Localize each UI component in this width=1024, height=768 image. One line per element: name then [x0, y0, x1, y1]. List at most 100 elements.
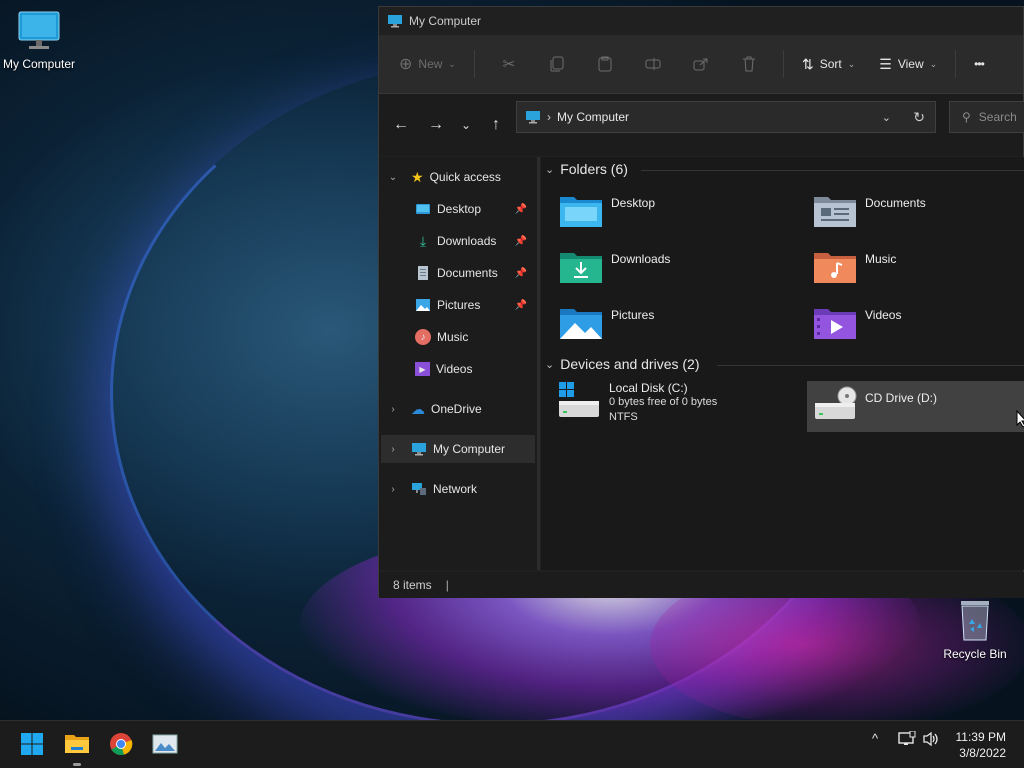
- picture-icon: [416, 299, 430, 311]
- desktop-icon-label: Recycle Bin: [943, 647, 1007, 661]
- toolbar-separator: [473, 50, 475, 78]
- arrow-left-icon: ←: [393, 116, 409, 133]
- chevron-right-icon: ›: [391, 443, 395, 455]
- search-input[interactable]: ⚲ Search: [949, 101, 1024, 133]
- chevron-down-icon: ⌄: [388, 171, 398, 183]
- hard-drive-icon: [559, 382, 599, 417]
- desktop-icon-recycle-bin[interactable]: Recycle Bin: [930, 598, 1020, 661]
- nav-label: Desktop: [437, 202, 482, 216]
- scissors-icon: ✂: [502, 56, 516, 73]
- group-title: Devices and drives (2): [560, 356, 700, 372]
- star-icon: ★: [411, 168, 424, 185]
- nav-onedrive[interactable]: › ☁ OneDrive: [387, 395, 481, 423]
- forward-button[interactable]: →: [422, 111, 450, 139]
- speaker-icon: [923, 731, 938, 747]
- folder-tile-documents[interactable]: Documents: [813, 193, 926, 229]
- drive-info: Local Disk (C:) 0 bytes free of 0 bytes …: [609, 381, 717, 425]
- folder-name: Documents: [865, 196, 926, 210]
- folder-tile-videos[interactable]: Videos: [813, 305, 901, 341]
- rename-button[interactable]: [638, 48, 668, 80]
- folder-tile-desktop[interactable]: Desktop: [559, 193, 655, 229]
- drive-tile-d[interactable]: CD Drive (D:): [807, 381, 1024, 432]
- nav-item-music[interactable]: ♪ Music: [415, 323, 533, 351]
- nav-item-pictures[interactable]: Pictures 📌: [415, 291, 533, 319]
- folder-tile-pictures[interactable]: Pictures: [559, 305, 654, 341]
- breadcrumb-chevron-icon: ›: [547, 110, 551, 124]
- nav-label: Network: [433, 482, 478, 496]
- trash-icon: [742, 56, 755, 72]
- taskbar-file-explorer[interactable]: [63, 730, 91, 758]
- folder-name: Desktop: [611, 196, 656, 210]
- chevron-down-icon: ⌄: [929, 58, 938, 69]
- toolbar-separator: [782, 50, 784, 78]
- nav-item-desktop[interactable]: Desktop 📌: [415, 195, 533, 223]
- chevron-down-icon: ⌄: [545, 163, 555, 176]
- desktop-icon-my-computer[interactable]: My Computer: [0, 10, 84, 71]
- start-button[interactable]: [18, 730, 46, 758]
- back-button[interactable]: ←: [387, 111, 415, 139]
- toolbar-separator: [955, 50, 957, 78]
- monitor-icon: [388, 15, 402, 28]
- group-divider: [717, 365, 1024, 366]
- more-options-button[interactable]: •••: [966, 48, 992, 80]
- paste-button[interactable]: [590, 48, 620, 80]
- delete-button[interactable]: [734, 48, 764, 80]
- share-icon: [693, 58, 708, 71]
- system-clock[interactable]: 11:39 PM 3/8/2022: [956, 729, 1006, 761]
- new-button[interactable]: ⊕ New ⌄: [391, 48, 464, 80]
- window-title: My Computer: [409, 14, 482, 28]
- taskbar-photos[interactable]: [151, 730, 179, 758]
- recent-locations-button[interactable]: ⌄: [457, 111, 475, 139]
- navigation-pane: ⌄ ★ Quick access Desktop 📌 ⤓ Downloads 📌…: [379, 157, 539, 570]
- nav-item-videos[interactable]: ▶ Videos: [415, 355, 533, 383]
- chevron-down-icon: ⌄: [460, 118, 472, 132]
- view-button[interactable]: ☰ View ⌄: [871, 48, 945, 80]
- cut-button[interactable]: ✂: [494, 48, 524, 80]
- chevron-down-icon: ⌄: [545, 358, 555, 371]
- list-view-icon: ☰: [879, 55, 892, 72]
- copy-button[interactable]: [542, 48, 572, 80]
- content-pane: ⌄ Folders (6) Desktop Documents Download…: [541, 157, 1024, 570]
- breadcrumb[interactable]: My Computer: [557, 110, 629, 124]
- devices-group-header[interactable]: ⌄ Devices and drives (2): [545, 356, 700, 372]
- folder-tile-downloads[interactable]: Downloads: [559, 249, 670, 285]
- videos-folder-icon: [814, 309, 856, 339]
- address-bar[interactable]: › My Computer ⌄ ↻: [516, 101, 936, 133]
- monitor-icon: [412, 443, 426, 456]
- taskbar-chrome[interactable]: [107, 730, 135, 758]
- search-icon: ⚲: [962, 110, 971, 124]
- nav-my-computer[interactable]: › My Computer: [381, 435, 535, 463]
- folder-tile-music[interactable]: Music: [813, 249, 896, 285]
- up-button[interactable]: ↑: [482, 111, 510, 139]
- chevron-right-icon: ›: [391, 483, 395, 495]
- address-dropdown-icon[interactable]: ⌄: [882, 111, 891, 124]
- drive-tile-c[interactable]: Local Disk (C:) 0 bytes free of 0 bytes …: [557, 381, 717, 425]
- nav-quick-access[interactable]: ⌄ ★ Quick access: [387, 163, 501, 191]
- window-titlebar[interactable]: My Computer: [379, 7, 1023, 35]
- cd-drive-icon: [815, 386, 857, 419]
- show-hidden-icons-button[interactable]: ^: [872, 731, 878, 746]
- folder-name: Videos: [865, 308, 902, 322]
- copy-icon: [550, 56, 564, 72]
- group-divider: [641, 170, 1024, 171]
- ellipsis-icon: •••: [974, 57, 985, 71]
- drive-free-space: 0 bytes free of 0 bytes: [609, 396, 718, 408]
- volume-icon[interactable]: [922, 731, 940, 752]
- recycle-bin-icon: [961, 601, 989, 641]
- nav-item-downloads[interactable]: ⤓ Downloads 📌: [415, 227, 533, 255]
- nav-label: My Computer: [433, 442, 506, 456]
- windows-logo-icon: [21, 733, 43, 755]
- documents-folder-icon: [814, 197, 856, 227]
- pane-splitter[interactable]: [537, 157, 540, 570]
- sort-button[interactable]: ⇅ Sort ⌄: [794, 48, 863, 80]
- folders-group-header[interactable]: ⌄ Folders (6): [545, 161, 628, 177]
- share-button[interactable]: [686, 48, 716, 80]
- nav-network[interactable]: › Network: [387, 475, 477, 503]
- refresh-icon[interactable]: ↻: [913, 109, 925, 126]
- search-placeholder: Search: [978, 110, 1017, 124]
- video-icon: ▶: [415, 362, 430, 376]
- nav-item-documents[interactable]: Documents 📌: [415, 259, 533, 287]
- network-status-icon[interactable]: [898, 730, 916, 752]
- view-label: View: [897, 57, 924, 71]
- paste-icon: [598, 56, 612, 72]
